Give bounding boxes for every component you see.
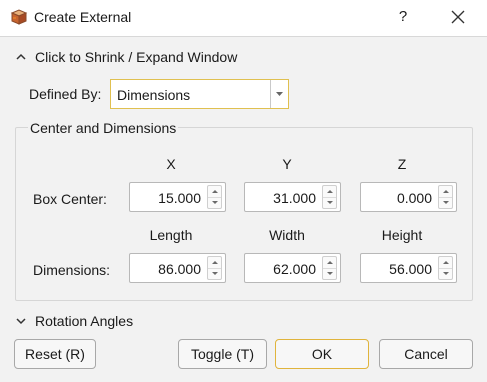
length-value: 86.000: [158, 261, 201, 277]
title-bar: Create External ?: [0, 0, 487, 36]
help-button[interactable]: ?: [390, 4, 416, 30]
shrink-expand-label: Click to Shrink / Expand Window: [35, 49, 238, 65]
spin-arrows-icon[interactable]: [438, 256, 453, 280]
chevron-up-icon: [16, 53, 26, 60]
window-title: Create External: [34, 9, 132, 25]
rotation-angles-label: Rotation Angles: [35, 313, 134, 329]
spin-arrows-icon[interactable]: [322, 256, 337, 280]
length-spinbox[interactable]: 86.000: [129, 253, 226, 283]
box-center-y-spinbox[interactable]: 31.000: [244, 182, 341, 212]
spin-arrows-icon[interactable]: [438, 185, 453, 209]
header-width: Width: [269, 227, 305, 243]
cancel-button[interactable]: Cancel: [379, 339, 473, 369]
box-center-x-value: 15.000: [158, 190, 201, 206]
toggle-button[interactable]: Toggle (T): [178, 339, 267, 369]
box-center-x-spinbox[interactable]: 15.000: [129, 182, 226, 212]
group-title: Center and Dimensions: [28, 120, 179, 136]
box-icon: [10, 8, 28, 26]
rotation-angles-toggle[interactable]: Rotation Angles: [16, 313, 133, 329]
chevron-down-icon: [16, 318, 26, 325]
defined-by-label: Defined By:: [29, 86, 102, 102]
width-value: 62.000: [273, 261, 316, 277]
width-spinbox[interactable]: 62.000: [244, 253, 341, 283]
spin-arrows-icon[interactable]: [322, 185, 337, 209]
dialog-body: Click to Shrink / Expand Window Defined …: [0, 36, 487, 382]
spin-arrows-icon[interactable]: [207, 256, 222, 280]
header-length: Length: [149, 227, 193, 243]
ok-button[interactable]: OK: [275, 339, 369, 369]
defined-by-select[interactable]: Dimensions: [110, 79, 289, 109]
close-icon[interactable]: [444, 4, 472, 30]
defined-by-value: Dimensions: [117, 87, 191, 103]
dimensions-label: Dimensions:: [33, 262, 111, 278]
shrink-expand-toggle[interactable]: Click to Shrink / Expand Window: [16, 49, 237, 65]
header-height: Height: [381, 227, 423, 243]
box-center-z-spinbox[interactable]: 0.000: [360, 182, 457, 212]
height-spinbox[interactable]: 56.000: [360, 253, 457, 283]
box-center-label: Box Center:: [33, 191, 107, 207]
dropdown-arrow-icon[interactable]: [270, 80, 288, 108]
box-center-z-value: 0.000: [396, 190, 432, 206]
reset-button[interactable]: Reset (R): [14, 339, 96, 369]
header-y: Y: [282, 156, 292, 172]
header-z: Z: [397, 156, 407, 172]
spin-arrows-icon[interactable]: [207, 185, 222, 209]
height-value: 56.000: [389, 261, 432, 277]
header-x: X: [166, 156, 176, 172]
box-center-y-value: 31.000: [273, 190, 316, 206]
